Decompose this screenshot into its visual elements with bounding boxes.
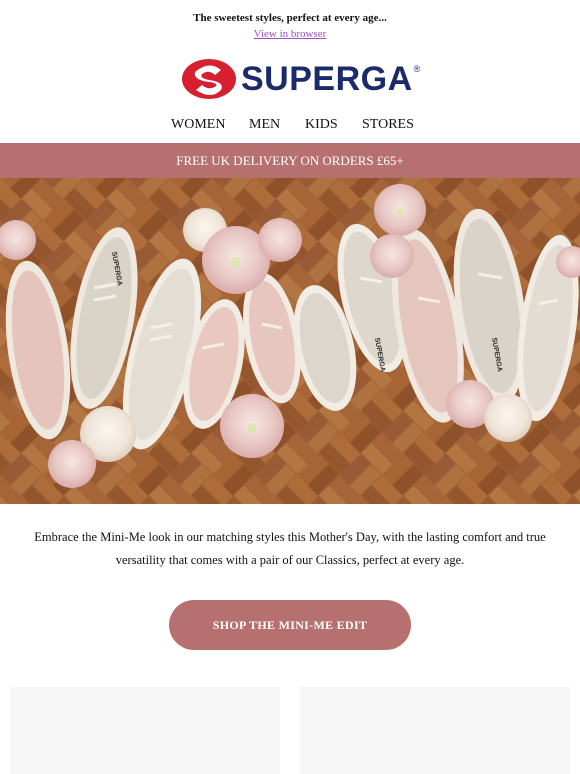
view-in-browser: View in browser [0,28,580,40]
hero-sneakers-illustration: SUPERGA SUPERGA SUPERGA [0,178,580,504]
product-card-left[interactable] [10,687,280,774]
product-card-right[interactable] [300,687,570,774]
superga-s-icon [182,59,236,99]
logo-registered-mark: ® [413,64,421,74]
preheader-text: The sweetest styles, perfect at every ag… [193,12,387,24]
body-copy: Embrace the Mini-Me look in our matching… [34,530,546,567]
view-in-browser-link[interactable]: View in browser [254,28,327,40]
logo-wordmark: SUPERGA [241,60,413,98]
nav-item-women[interactable]: WOMEN [171,117,225,133]
nav-item-kids[interactable]: KIDS [305,117,338,133]
nav-item-stores[interactable]: STORES [362,117,414,133]
free-delivery-banner[interactable]: FREE UK DELIVERY ON ORDERS £65+ [0,143,580,178]
superga-logo[interactable]: SUPERGA ® [181,58,420,100]
nav-item-men[interactable]: MEN [249,117,280,133]
hero-image[interactable]: SUPERGA SUPERGA SUPERGA [0,178,580,504]
shop-mini-me-edit-button[interactable]: SHOP THE MINI-ME EDIT [169,600,411,650]
